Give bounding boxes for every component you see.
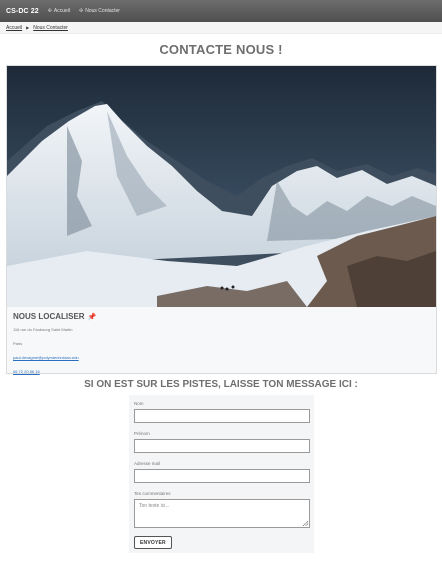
brand-logo[interactable]: CS-DC 22: [6, 8, 39, 15]
breadcrumb: Accueil ▶ Nous Contacter: [0, 22, 442, 34]
breadcrumb-separator-icon: ▶: [26, 25, 30, 30]
form-heading: SI ON EST SUR LES PISTES, LAISSE TON MES…: [84, 379, 358, 390]
prenom-label: Prénom: [134, 431, 150, 436]
mountain-hero-image: [7, 66, 436, 307]
location-card: NOUS LOCALISER 📌 116 rue du Faubourg Sai…: [6, 65, 437, 374]
nav-link-label: Nous Contacter: [85, 8, 120, 14]
nom-label: Nom: [134, 401, 144, 406]
page-title: CONTACTE NOUS !: [159, 42, 283, 57]
comments-textarea[interactable]: Ton texte ici...: [134, 499, 310, 528]
home-icon: ✣: [47, 8, 52, 14]
pin-icon: 📌: [87, 313, 97, 321]
top-navbar: CS-DC 22 ✣ Accueil ✣ Nous Contacter: [0, 0, 442, 22]
breadcrumb-current-link[interactable]: Nous Contacter: [33, 25, 68, 31]
comments-label: Tes commentaires: [134, 491, 171, 496]
contact-form: Nom Prénom Adresse mail Tes commentaires…: [129, 395, 314, 553]
field-group-email: Adresse mail: [134, 461, 310, 483]
contact-icon: ✣: [79, 8, 84, 14]
submit-button[interactable]: ENVOYER: [134, 536, 172, 549]
nav-link-label: Accueil: [53, 8, 71, 14]
nav-link-contact[interactable]: ✣ Nous Contacter: [79, 8, 120, 14]
comments-placeholder: Ton texte ici...: [139, 503, 170, 509]
nom-input[interactable]: [134, 409, 310, 423]
field-group-nom: Nom: [134, 401, 310, 423]
email-label: Adresse mail: [134, 461, 161, 466]
field-group-comments: Tes commentaires Ton texte ici...: [134, 491, 310, 528]
nav-link-home[interactable]: ✣ Accueil: [48, 8, 70, 14]
email-input[interactable]: [134, 469, 310, 483]
city-text: Paris: [13, 341, 23, 346]
prenom-input[interactable]: [134, 439, 310, 453]
field-group-prenom: Prénom: [134, 431, 310, 453]
phone-link[interactable]: 06 72 20 86 16: [13, 369, 431, 374]
email-link[interactable]: paul.dexagme@polymtechnician.edu: [13, 355, 431, 360]
address-text: 116 rue du Faubourg Saint Martin: [13, 327, 73, 332]
breadcrumb-home-link[interactable]: Accueil: [6, 25, 22, 31]
resize-grip-icon[interactable]: [303, 521, 308, 526]
location-title-text: NOUS LOCALISER: [13, 312, 85, 321]
location-title: NOUS LOCALISER 📌: [13, 312, 431, 321]
location-details: NOUS LOCALISER 📌 116 rue du Faubourg Sai…: [13, 312, 431, 374]
